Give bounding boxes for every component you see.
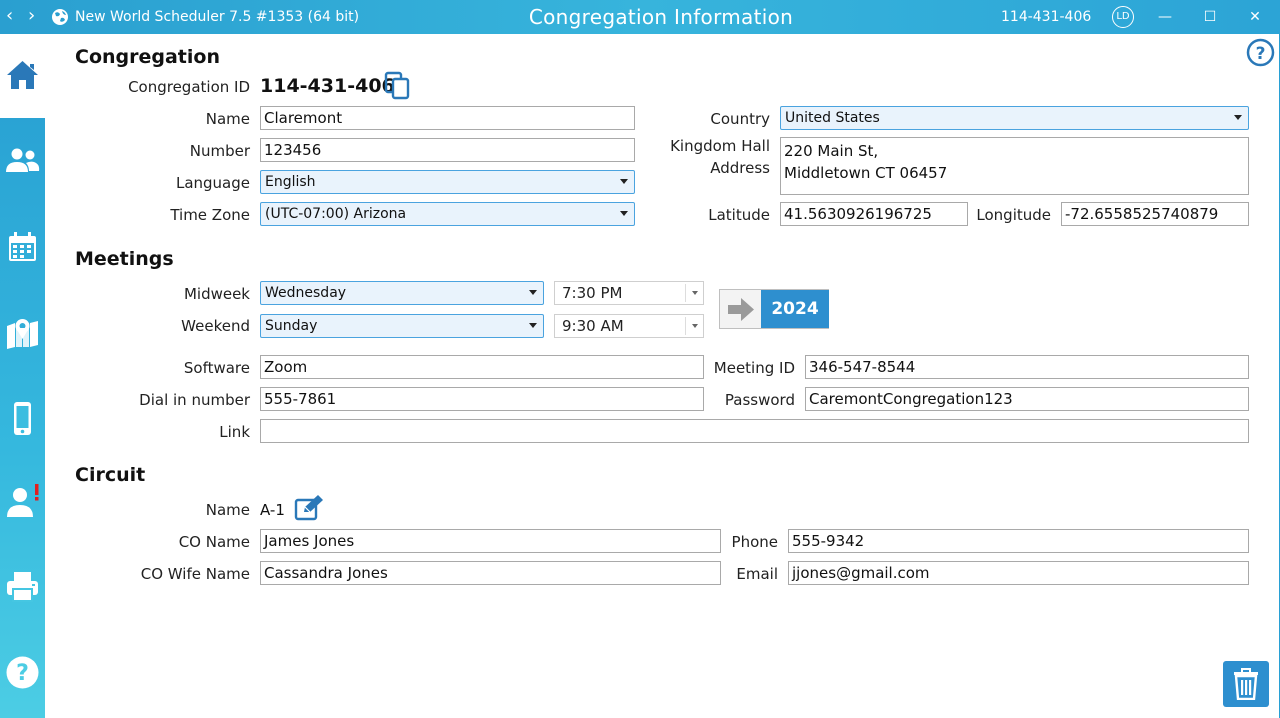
divider xyxy=(685,284,686,302)
email-label: Email xyxy=(736,565,778,583)
software-label: Software xyxy=(183,359,250,377)
link-field[interactable] xyxy=(260,419,1249,443)
email-field[interactable]: jjones@gmail.com xyxy=(788,561,1249,585)
midweek-time-select[interactable]: 7:30 PM xyxy=(554,281,704,305)
address-label-line1: Kingdom Hall xyxy=(670,137,770,155)
section-congregation-heading: Congregation xyxy=(75,46,220,68)
trash-icon xyxy=(1234,668,1258,700)
phone-label: Phone xyxy=(731,533,778,551)
divider xyxy=(685,317,686,335)
chevron-down-icon xyxy=(1234,115,1242,120)
title-bar: ‹ › New World Scheduler 7.5 #1353 (64 bi… xyxy=(0,0,1280,34)
password-field[interactable]: CaremontCongregation123 xyxy=(805,387,1249,411)
meeting-id-field[interactable]: 346-547-8544 xyxy=(805,355,1249,379)
year-label: 2024 xyxy=(761,290,829,328)
arrow-right-icon xyxy=(728,298,754,321)
svg-text:?: ? xyxy=(16,661,29,686)
section-circuit-heading: Circuit xyxy=(75,464,146,486)
chevron-down-icon xyxy=(620,179,628,184)
language-select[interactable]: English xyxy=(260,170,635,194)
delete-button[interactable] xyxy=(1223,661,1269,707)
meeting-id-label: Meeting ID xyxy=(713,359,795,377)
map-icon[interactable] xyxy=(4,314,41,351)
midweek-label: Midweek xyxy=(183,285,250,303)
weekend-time-select[interactable]: 9:30 AM xyxy=(554,314,704,338)
timezone-select-value: (UTC-07:00) Arizona xyxy=(265,206,407,222)
calendar-icon[interactable] xyxy=(4,228,41,265)
phone-field[interactable]: 555-9342 xyxy=(788,529,1249,553)
close-button[interactable]: ✕ xyxy=(1244,6,1266,28)
number-label: Number xyxy=(189,142,250,160)
home-icon[interactable] xyxy=(4,56,41,93)
weekend-label: Weekend xyxy=(181,317,250,335)
name-label: Name xyxy=(205,110,250,128)
timezone-label: Time Zone xyxy=(170,206,250,224)
link-label: Link xyxy=(219,423,250,441)
timezone-select[interactable]: (UTC-07:00) Arizona xyxy=(260,202,635,226)
circuit-name-value: A-1 xyxy=(260,501,285,519)
chevron-down-icon xyxy=(692,291,698,295)
dialin-field[interactable]: 555-7861 xyxy=(260,387,704,411)
latitude-field[interactable]: 41.5630926196725 xyxy=(780,202,968,226)
chevron-down-icon xyxy=(620,211,628,216)
address-textarea[interactable]: 220 Main St, Middletown CT 06457 xyxy=(780,137,1249,195)
co-wife-name-label: CO Wife Name xyxy=(140,565,250,583)
copy-icon[interactable] xyxy=(384,71,411,100)
country-label: Country xyxy=(710,110,770,128)
chevron-down-icon xyxy=(529,323,537,328)
section-meetings-heading: Meetings xyxy=(75,248,174,270)
maximize-button[interactable]: ☐ xyxy=(1199,6,1221,28)
chevron-down-icon xyxy=(529,290,537,295)
weekend-day-value: Sunday xyxy=(265,318,318,334)
title-congregation-id: 114-431-406 xyxy=(1001,9,1092,25)
sidebar: ? xyxy=(0,34,45,718)
co-name-label: CO Name xyxy=(178,533,250,551)
user-alert-icon[interactable] xyxy=(4,482,41,519)
people-icon[interactable] xyxy=(4,142,41,179)
svg-text:?: ? xyxy=(1256,44,1266,64)
year-button[interactable]: 2024 xyxy=(719,289,829,329)
user-avatar[interactable]: LD xyxy=(1112,6,1134,28)
address-label-line2: Address xyxy=(710,159,770,177)
edit-icon[interactable] xyxy=(294,494,325,522)
congregation-id-label: Congregation ID xyxy=(128,78,250,96)
chevron-down-icon xyxy=(692,324,698,328)
longitude-label: Longitude xyxy=(976,206,1051,224)
longitude-field[interactable]: -72.6558525740879 xyxy=(1061,202,1249,226)
co-name-field[interactable]: James Jones xyxy=(260,529,721,553)
circuit-name-label: Name xyxy=(205,501,250,519)
language-select-value: English xyxy=(265,174,316,190)
software-field[interactable]: Zoom xyxy=(260,355,704,379)
phone-icon[interactable] xyxy=(4,400,41,437)
help-icon[interactable]: ? xyxy=(4,654,41,691)
weekend-time-value: 9:30 AM xyxy=(562,317,624,335)
printer-icon[interactable] xyxy=(4,568,41,605)
password-label: Password xyxy=(724,391,795,409)
midweek-day-select[interactable]: Wednesday xyxy=(260,281,544,305)
midweek-time-value: 7:30 PM xyxy=(562,284,623,302)
name-field[interactable]: Claremont xyxy=(260,106,635,130)
help-button-icon[interactable]: ? xyxy=(1246,38,1275,67)
midweek-day-value: Wednesday xyxy=(265,285,347,301)
dialin-label: Dial in number xyxy=(139,391,250,409)
co-wife-name-field[interactable]: Cassandra Jones xyxy=(260,561,721,585)
weekend-day-select[interactable]: Sunday xyxy=(260,314,544,338)
country-select-value: United States xyxy=(785,110,880,126)
minimize-button[interactable]: — xyxy=(1154,6,1176,28)
country-select[interactable]: United States xyxy=(780,106,1249,130)
congregation-id-value: 114-431-406 xyxy=(260,75,395,97)
language-label: Language xyxy=(175,174,250,192)
number-field[interactable]: 123456 xyxy=(260,138,635,162)
latitude-label: Latitude xyxy=(708,206,770,224)
